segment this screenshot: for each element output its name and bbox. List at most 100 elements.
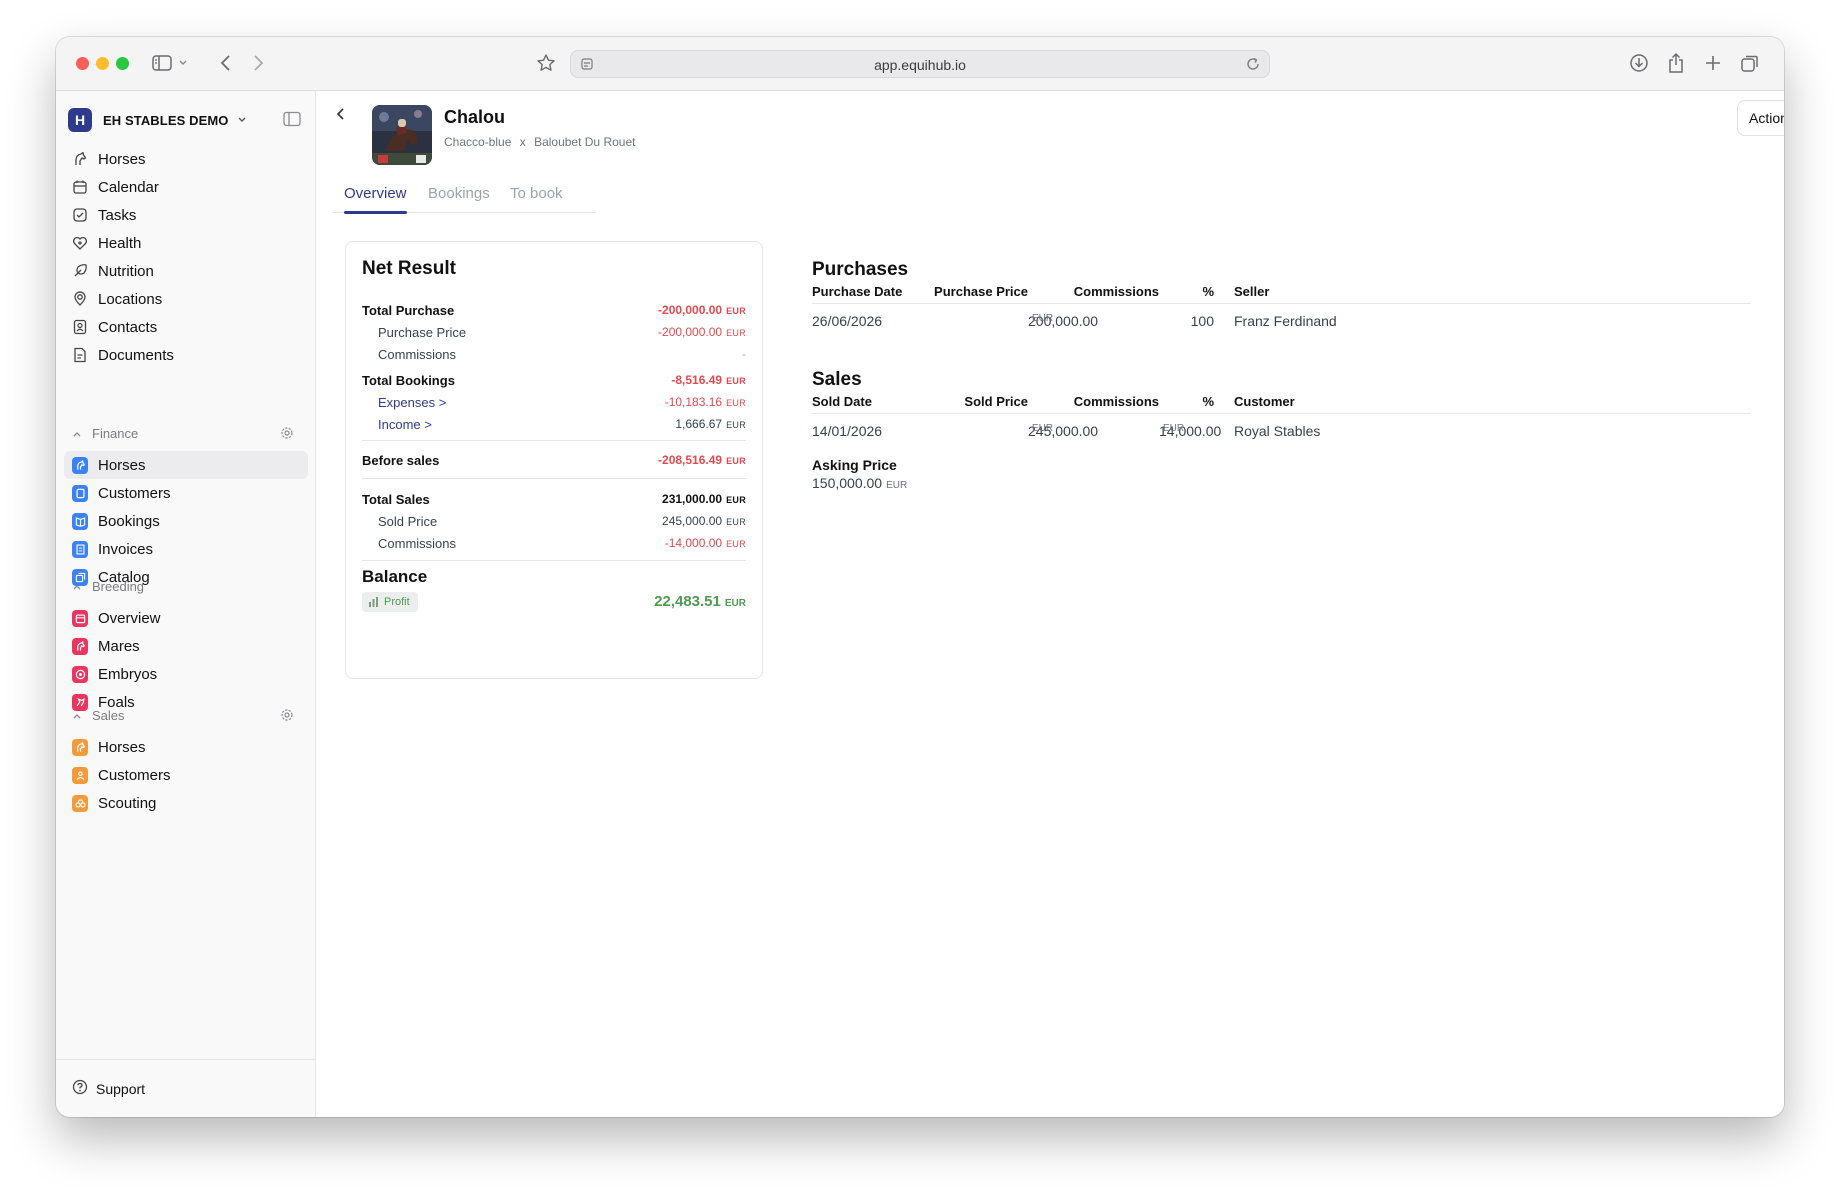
chevron-up-icon <box>72 426 82 441</box>
sidebar-item-sales-customers[interactable]: Customers <box>64 761 308 789</box>
sidebar-item-finance-horses[interactable]: Horses <box>64 451 308 479</box>
section-header-breeding[interactable]: Breeding <box>64 572 308 600</box>
column-header: Commissions <box>1073 394 1159 409</box>
chevron-down-icon[interactable] <box>176 51 190 75</box>
customers-badge-icon <box>72 766 88 784</box>
row-label: Commissions <box>378 535 457 551</box>
table-row[interactable]: 14/01/2026 245,000.00 EUR 14,000.00 EUR Ro… <box>812 423 1751 443</box>
income-row[interactable]: Income > 1,666.67 EUR <box>362 413 746 435</box>
sidebar-item-label: Nutrition <box>98 262 154 280</box>
checkbox-icon <box>72 207 88 223</box>
minimize-window-button[interactable] <box>96 57 109 70</box>
sidebar-item-health[interactable]: Health <box>64 229 308 257</box>
sidebar-item-locations[interactable]: Locations <box>64 285 308 313</box>
sidebar-item-finance-bookings[interactable]: Bookings <box>64 507 308 535</box>
mare-badge-icon <box>72 637 88 655</box>
download-icon[interactable] <box>1627 51 1651 75</box>
actions-label: Actions <box>1749 110 1784 126</box>
workspace-switcher[interactable]: H EH STABLES DEMO <box>68 107 247 133</box>
row-value: 1,666.67 EUR <box>675 417 746 431</box>
sidebar-item-calendar[interactable]: Calendar <box>64 173 308 201</box>
sidebar-item-label: Bookings <box>98 512 160 530</box>
sidebar-item-breeding-embryos[interactable]: Embryos <box>64 660 308 688</box>
divider <box>362 478 746 479</box>
column-header: % <box>1202 284 1214 299</box>
horse-name: Chalou <box>444 107 505 127</box>
expenses-link[interactable]: Expenses > <box>362 395 446 410</box>
sidebar-item-label: Customers <box>98 484 171 502</box>
book-badge-icon <box>72 512 88 530</box>
health-icon <box>72 235 88 251</box>
sidebar-item-label: Calendar <box>98 178 159 196</box>
back-arrow-icon[interactable] <box>334 107 348 126</box>
support-link[interactable]: Support <box>56 1059 316 1117</box>
asking-price-label: Asking Price <box>812 457 897 473</box>
tab-bookings[interactable]: Bookings <box>428 185 490 213</box>
sidebar-item-sales-horses[interactable]: Horses <box>64 733 308 761</box>
section-header-sales[interactable]: Sales <box>64 701 308 729</box>
row-label: Commissions <box>378 346 457 362</box>
row-value: -10,183.16 EUR <box>664 395 746 409</box>
binoculars-badge-icon <box>72 794 88 812</box>
sidebar-item-label: Overview <box>98 609 161 627</box>
sidebar-item-label: Contacts <box>98 318 158 336</box>
purchase-percent: 100 <box>1190 313 1214 329</box>
income-link[interactable]: Income > <box>362 417 432 432</box>
bookmark-star-icon[interactable] <box>534 51 558 75</box>
finance-section: Finance Horses Customers Bookings Invoic… <box>64 419 308 591</box>
chevron-up-icon <box>72 579 82 594</box>
sidebar-item-label: Tasks <box>98 206 137 224</box>
customers-badge-icon <box>72 484 88 502</box>
actions-button[interactable]: Actions <box>1737 100 1784 136</box>
zoom-window-button[interactable] <box>116 57 129 70</box>
sidebar-item-contacts[interactable]: Contacts <box>64 313 308 341</box>
column-header: Commissions <box>1073 284 1159 299</box>
row-label: Total Sales <box>362 491 430 507</box>
total-bookings-row: Total Bookings -8,516.49 EUR <box>362 369 746 391</box>
purchase-commissions-row: Commissions - <box>362 343 746 365</box>
collapse-sidebar-icon[interactable] <box>283 111 301 132</box>
before-sales-row: Before sales -208,516.49 EUR <box>362 449 746 471</box>
new-tab-icon[interactable] <box>1701 51 1725 75</box>
sold-price-row: Sold Price 245,000.00 EUR <box>362 510 746 532</box>
section-header-finance[interactable]: Finance <box>64 419 308 447</box>
share-icon[interactable] <box>1664 51 1688 75</box>
forward-icon[interactable] <box>246 51 270 75</box>
sidebar-item-finance-invoices[interactable]: Invoices <box>64 535 308 563</box>
sidebar-toggle-icon[interactable] <box>150 51 174 75</box>
horse-badge-icon <box>72 738 88 756</box>
tab-to-book[interactable]: To book <box>510 185 563 213</box>
close-window-button[interactable] <box>76 57 89 70</box>
sidebar-item-breeding-overview[interactable]: Overview <box>64 604 308 632</box>
sidebar-item-horses[interactable]: Horses <box>64 145 308 173</box>
reload-icon[interactable] <box>1245 56 1261 77</box>
row-label: Sold Price <box>378 513 438 529</box>
expenses-row[interactable]: Expenses > -10,183.16 EUR <box>362 391 746 413</box>
sidebar-item-finance-customers[interactable]: Customers <box>64 479 308 507</box>
row-value: 245,000.00 EUR <box>662 514 746 528</box>
sidebar-item-label: Health <box>98 234 142 252</box>
gear-icon[interactable] <box>280 426 294 443</box>
sidebar-item-documents[interactable]: Documents <box>64 341 308 369</box>
section-title: Sales <box>92 707 125 723</box>
column-header: Purchase Date <box>812 284 903 299</box>
sidebar-item-nutrition[interactable]: Nutrition <box>64 257 308 285</box>
sidebar-item-label: Customers <box>98 766 171 784</box>
row-value: -200,000.00 EUR <box>658 303 746 317</box>
gear-icon[interactable] <box>280 708 294 725</box>
sidebar-item-breeding-mares[interactable]: Mares <box>64 632 308 660</box>
sidebar-item-tasks[interactable]: Tasks <box>64 201 308 229</box>
address-bar[interactable]: app.equihub.io <box>570 50 1270 78</box>
balance-value: 22,483.51 EUR <box>654 593 746 610</box>
back-icon[interactable] <box>214 51 238 75</box>
column-header: Purchase Price <box>934 284 1028 299</box>
tab-overview[interactable]: Overview <box>344 185 407 214</box>
tab-overview-icon[interactable] <box>1738 51 1762 75</box>
table-row[interactable]: 26/06/2026 200,000.00 EUR 100 Franz Ferdi… <box>812 313 1751 333</box>
horse-badge-icon <box>72 456 88 474</box>
horse-photo <box>372 105 432 165</box>
pedigree-separator: x <box>519 135 526 149</box>
sidebar-item-sales-scouting[interactable]: Scouting <box>64 789 308 817</box>
app-sidebar: H EH STABLES DEMO Horses Calendar Tasks <box>56 91 316 1117</box>
sidebar-item-label: Embryos <box>98 665 158 683</box>
